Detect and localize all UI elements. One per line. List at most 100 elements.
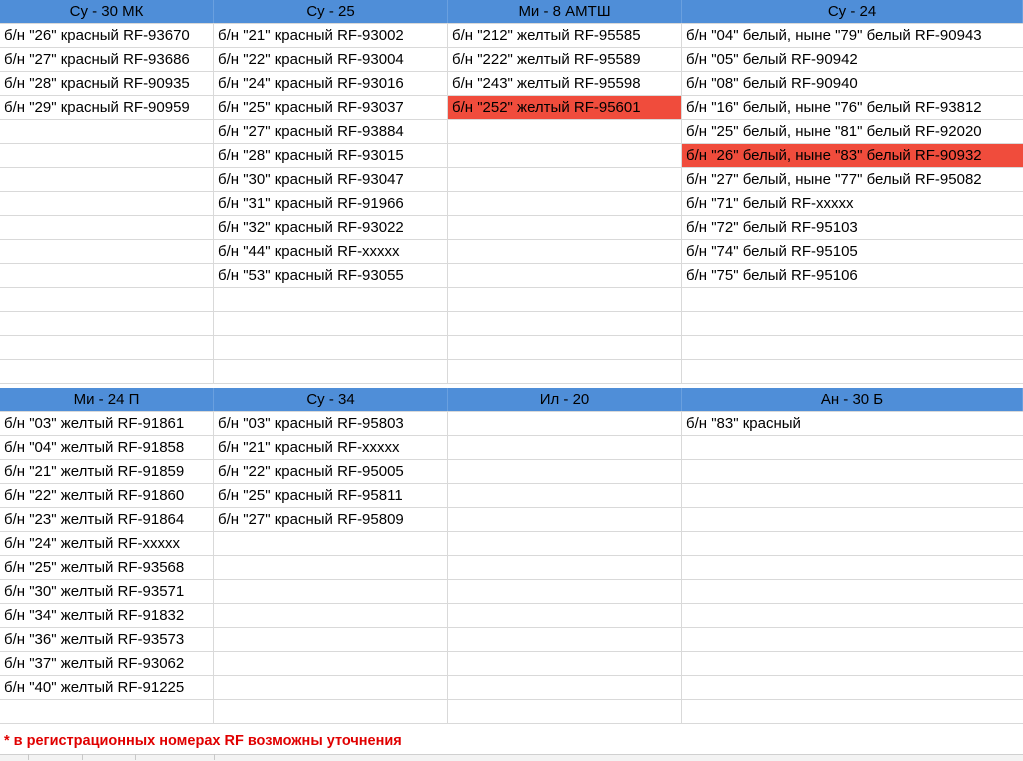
table-cell[interactable]: б/н "25" красный RF-93037 bbox=[214, 96, 448, 119]
table-cell[interactable]: б/н "31" красный RF-91966 bbox=[214, 192, 448, 215]
table-cell[interactable]: б/н "36" желтый RF-93573 bbox=[0, 628, 214, 651]
table-cell[interactable]: б/н "08" белый RF-90940 bbox=[682, 72, 1023, 95]
table-cell[interactable]: б/н "25" красный RF-95811 bbox=[214, 484, 448, 507]
table-cell[interactable] bbox=[214, 628, 448, 651]
table-cell[interactable]: б/н "27" красный RF-95809 bbox=[214, 508, 448, 531]
table-cell[interactable]: б/н "252" желтый RF-95601 bbox=[448, 96, 682, 119]
table-cell[interactable] bbox=[448, 240, 682, 263]
table-cell[interactable] bbox=[448, 556, 682, 579]
table-cell[interactable]: б/н "83" красный bbox=[682, 412, 1023, 435]
table-cell[interactable]: б/н "27" красный RF-93686 bbox=[0, 48, 214, 71]
table-cell[interactable] bbox=[0, 144, 214, 167]
table-cell[interactable] bbox=[682, 700, 1023, 723]
table-cell[interactable] bbox=[448, 436, 682, 459]
table-cell[interactable] bbox=[214, 700, 448, 723]
table-cell[interactable] bbox=[448, 652, 682, 675]
table-cell[interactable]: б/н "05" белый RF-90942 bbox=[682, 48, 1023, 71]
table-cell[interactable]: б/н "22" желтый RF-91860 bbox=[0, 484, 214, 507]
column-header[interactable]: Су - 25 bbox=[214, 0, 448, 23]
table-cell[interactable] bbox=[682, 604, 1023, 627]
table-cell[interactable] bbox=[448, 216, 682, 239]
table-cell[interactable] bbox=[682, 336, 1023, 359]
table-cell[interactable]: б/н "27" белый, ныне "77" белый RF-95082 bbox=[682, 168, 1023, 191]
table-cell[interactable]: б/н "74" белый RF-95105 bbox=[682, 240, 1023, 263]
table-cell[interactable]: б/н "25" желтый RF-93568 bbox=[0, 556, 214, 579]
table-cell[interactable] bbox=[0, 700, 214, 723]
table-cell[interactable] bbox=[682, 460, 1023, 483]
table-cell[interactable] bbox=[682, 676, 1023, 699]
table-cell[interactable] bbox=[448, 120, 682, 143]
table-cell[interactable]: б/н "26" красный RF-93670 bbox=[0, 24, 214, 47]
table-cell[interactable]: б/н "24" желтый RF-xxxxx bbox=[0, 532, 214, 555]
table-cell[interactable] bbox=[448, 192, 682, 215]
table-cell[interactable] bbox=[448, 484, 682, 507]
table-cell[interactable] bbox=[214, 652, 448, 675]
table-cell[interactable] bbox=[214, 676, 448, 699]
table-cell[interactable]: б/н "16" белый, ныне "76" белый RF-93812 bbox=[682, 96, 1023, 119]
table-cell[interactable] bbox=[0, 168, 214, 191]
table-cell[interactable] bbox=[214, 288, 448, 311]
table-cell[interactable]: б/н "243" желтый RF-95598 bbox=[448, 72, 682, 95]
table-cell[interactable] bbox=[0, 312, 214, 335]
table-cell[interactable]: б/н "22" красный RF-95005 bbox=[214, 460, 448, 483]
table-cell[interactable]: б/н "32" красный RF-93022 bbox=[214, 216, 448, 239]
table-cell[interactable]: б/н "26" белый, ныне "83" белый RF-90932 bbox=[682, 144, 1023, 167]
table-cell[interactable] bbox=[682, 652, 1023, 675]
table-cell[interactable] bbox=[448, 264, 682, 287]
table-cell[interactable] bbox=[682, 288, 1023, 311]
column-header[interactable]: Ан - 30 Б bbox=[682, 388, 1023, 411]
table-cell[interactable]: б/н "37" желтый RF-93062 bbox=[0, 652, 214, 675]
table-cell[interactable]: б/н "21" красный RF-93002 bbox=[214, 24, 448, 47]
table-cell[interactable]: б/н "44" красный RF-xxxxx bbox=[214, 240, 448, 263]
table-cell[interactable] bbox=[214, 312, 448, 335]
table-cell[interactable] bbox=[0, 264, 214, 287]
table-cell[interactable]: б/н "24" красный RF-93016 bbox=[214, 72, 448, 95]
table-cell[interactable]: б/н "23" желтый RF-91864 bbox=[0, 508, 214, 531]
table-cell[interactable]: б/н "21" красный RF-xxxxx bbox=[214, 436, 448, 459]
table-cell[interactable] bbox=[448, 288, 682, 311]
table-cell[interactable]: б/н "22" красный RF-93004 bbox=[214, 48, 448, 71]
table-cell[interactable] bbox=[682, 628, 1023, 651]
table-cell[interactable] bbox=[214, 336, 448, 359]
table-cell[interactable] bbox=[448, 168, 682, 191]
footnote[interactable]: * в регистрационных номерах RF возможны … bbox=[4, 730, 402, 752]
table-cell[interactable] bbox=[448, 144, 682, 167]
table-cell[interactable]: б/н "40" желтый RF-91225 bbox=[0, 676, 214, 699]
table-cell[interactable]: б/н "72" белый RF-95103 bbox=[682, 216, 1023, 239]
table-cell[interactable] bbox=[448, 700, 682, 723]
table-cell[interactable] bbox=[448, 336, 682, 359]
table-cell[interactable] bbox=[214, 556, 448, 579]
column-header[interactable]: Су - 24 bbox=[682, 0, 1023, 23]
table-cell[interactable]: б/н "04" желтый RF-91858 bbox=[0, 436, 214, 459]
column-header[interactable]: Су - 30 МК bbox=[0, 0, 214, 23]
table-cell[interactable] bbox=[682, 484, 1023, 507]
table-cell[interactable] bbox=[448, 412, 682, 435]
table-cell[interactable] bbox=[448, 676, 682, 699]
table-cell[interactable] bbox=[682, 580, 1023, 603]
table-cell[interactable]: б/н "25" белый, ныне "81" белый RF-92020 bbox=[682, 120, 1023, 143]
column-header[interactable]: Су - 34 bbox=[214, 388, 448, 411]
table-cell[interactable] bbox=[448, 604, 682, 627]
table-cell[interactable] bbox=[214, 604, 448, 627]
table-cell[interactable]: б/н "34" желтый RF-91832 bbox=[0, 604, 214, 627]
table-cell[interactable]: б/н "28" красный RF-93015 bbox=[214, 144, 448, 167]
table-cell[interactable] bbox=[448, 580, 682, 603]
column-header[interactable]: Ил - 20 bbox=[448, 388, 682, 411]
table-cell[interactable] bbox=[682, 436, 1023, 459]
table-cell[interactable]: б/н "27" красный RF-93884 bbox=[214, 120, 448, 143]
table-cell[interactable] bbox=[682, 312, 1023, 335]
table-cell[interactable] bbox=[682, 556, 1023, 579]
table-cell[interactable]: б/н "53" красный RF-93055 bbox=[214, 264, 448, 287]
table-cell[interactable]: б/н "28" красный RF-90935 bbox=[0, 72, 214, 95]
table-cell[interactable]: б/н "30" желтый RF-93571 bbox=[0, 580, 214, 603]
table-cell[interactable] bbox=[0, 216, 214, 239]
table-cell[interactable] bbox=[448, 532, 682, 555]
table-cell[interactable] bbox=[682, 360, 1023, 383]
table-cell[interactable]: б/н "29" красный RF-90959 bbox=[0, 96, 214, 119]
table-cell[interactable] bbox=[448, 460, 682, 483]
table-cell[interactable] bbox=[682, 508, 1023, 531]
table-cell[interactable] bbox=[0, 288, 214, 311]
table-cell[interactable] bbox=[214, 580, 448, 603]
column-header[interactable]: Ми - 24 П bbox=[0, 388, 214, 411]
table-cell[interactable] bbox=[448, 628, 682, 651]
